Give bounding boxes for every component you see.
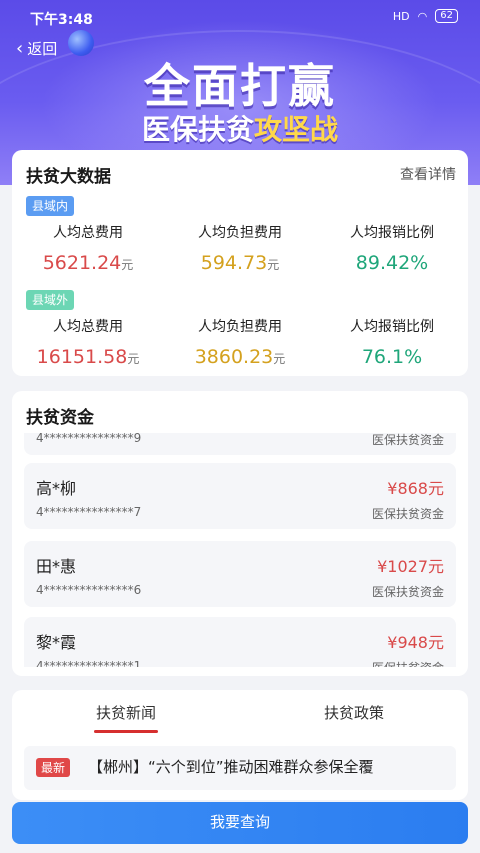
funds-card: 扶贫资金 4***************9 医保扶贫资金 高*柳 4*****… <box>12 391 468 676</box>
subtitle-highlight: 攻坚战 <box>254 113 339 146</box>
tab-poverty-news[interactable]: 扶贫新闻 <box>12 702 240 734</box>
funds-title: 扶贫资金 <box>26 408 94 428</box>
fund-account: 4***************7 <box>36 505 142 519</box>
fund-account: 4***************9 <box>36 433 142 445</box>
stat-value: 89.42% <box>355 252 429 274</box>
news-headline: 【郴州】“六个到位”推动困难群众参保全覆 <box>88 758 374 776</box>
view-details-link[interactable]: 查看详情 <box>400 164 456 184</box>
stat-label: 人均总费用 <box>53 319 123 335</box>
status-time: 下午3:48 <box>30 12 93 28</box>
stat-value: 16151.58元 <box>36 346 140 368</box>
news-tabs: 扶贫新闻 扶贫政策 <box>12 702 468 734</box>
funds-list[interactable]: 4***************9 医保扶贫资金 高*柳 4**********… <box>24 433 456 667</box>
fund-account: 4***************6 <box>36 583 142 597</box>
stat-label: 人均总费用 <box>53 225 123 241</box>
stat-reimburse-ratio: 人均报销比例 76.1% <box>316 316 468 368</box>
stat-value: 76.1% <box>361 346 423 368</box>
stat-value: 3860.23元 <box>194 346 286 368</box>
stat-label: 人均负担费用 <box>198 225 282 241</box>
fund-type: 医保扶贫资金 <box>371 585 444 599</box>
stat-burden-cost: 人均负担费用 594.73元 <box>164 222 316 274</box>
fund-amount: ¥948元 <box>387 633 444 652</box>
in-county-tag: 县域内 <box>26 196 75 216</box>
fund-type: 医保扶贫资金 <box>371 507 444 521</box>
fund-amount: ¥868元 <box>387 479 444 498</box>
subtitle-prefix: 医保扶贫 <box>141 113 254 146</box>
tab-poverty-policy[interactable]: 扶贫政策 <box>240 702 468 734</box>
list-item[interactable]: 田*惠 4***************6 ¥1027元 医保扶贫资金 <box>24 541 456 607</box>
news-item[interactable]: 最新 【郴州】“六个到位”推动困难群众参保全覆 <box>24 746 456 790</box>
stat-label: 人均负担费用 <box>198 319 282 335</box>
wifi-icon: ◠ <box>417 9 428 23</box>
latest-badge: 最新 <box>36 758 71 777</box>
query-button[interactable]: 我要查询 <box>12 802 468 844</box>
big-data-card: 扶贫大数据 查看详情 县域内 人均总费用 5621.24元 人均负担费用 594… <box>12 150 468 376</box>
status-icons: HD ◠ 62 <box>393 9 458 23</box>
battery-icon: 62 <box>435 9 458 23</box>
stat-label: 人均报销比例 <box>350 225 434 241</box>
stat-burden-cost: 人均负担费用 3860.23元 <box>164 316 316 368</box>
big-data-title: 扶贫大数据 <box>26 167 111 187</box>
out-county-tag: 县域外 <box>26 290 75 310</box>
status-bar: 下午3:48 HD ◠ 62 <box>0 0 480 34</box>
fund-name: 黎*霞 <box>36 633 77 652</box>
fund-name: 高*柳 <box>36 479 77 498</box>
list-item[interactable]: 黎*霞 4***************1 ¥948元 医保扶贫资金 <box>24 617 456 667</box>
list-item[interactable]: 高*柳 4***************7 ¥868元 医保扶贫资金 <box>24 463 456 529</box>
page-title: 全面打赢 <box>144 59 336 113</box>
fund-type: 医保扶贫资金 <box>372 659 444 667</box>
in-county-stats: 人均总费用 5621.24元 人均负担费用 594.73元 人均报销比例 89.… <box>12 222 468 274</box>
fund-account: 4***************1 <box>36 659 142 667</box>
stat-label: 人均报销比例 <box>350 319 434 335</box>
fund-name: 田*惠 <box>36 557 77 576</box>
signal-icon: HD <box>392 9 410 23</box>
stat-total-cost: 人均总费用 16151.58元 <box>12 316 164 368</box>
stat-value: 5621.24元 <box>42 252 134 274</box>
stat-total-cost: 人均总费用 5621.24元 <box>12 222 164 274</box>
news-card: 扶贫新闻 扶贫政策 最新 【郴州】“六个到位”推动困难群众参保全覆 <box>12 690 468 800</box>
out-county-stats: 人均总费用 16151.58元 人均负担费用 3860.23元 人均报销比例 7… <box>12 316 468 368</box>
fund-amount: ¥1027元 <box>377 557 444 576</box>
list-item[interactable]: 4***************9 医保扶贫资金 <box>24 433 456 455</box>
stat-value: 594.73元 <box>200 252 280 274</box>
page-subtitle: 医保扶贫攻坚战 <box>0 108 480 148</box>
fund-type: 医保扶贫资金 <box>371 433 444 447</box>
stat-reimburse-ratio: 人均报销比例 89.42% <box>316 222 468 274</box>
